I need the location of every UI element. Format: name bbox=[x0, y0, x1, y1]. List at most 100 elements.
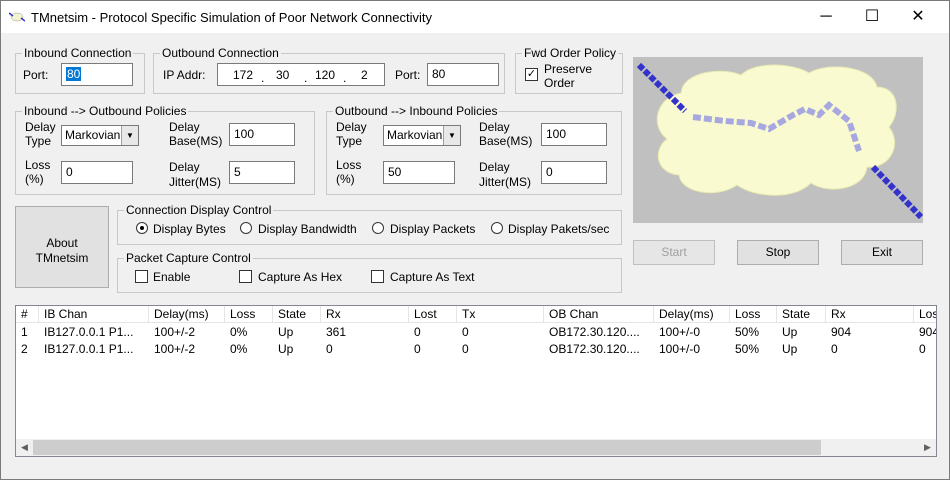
io-jitter-input[interactable]: 5 bbox=[229, 161, 295, 184]
outbound-link-line bbox=[870, 164, 923, 220]
ip-octet-4[interactable]: 2 bbox=[361, 68, 368, 82]
ip-address-field[interactable]: 172 . 30 . 120 . 2 bbox=[217, 63, 385, 86]
oi-jitter-input[interactable]: 0 bbox=[541, 161, 607, 184]
horizontal-scrollbar[interactable]: ◀ ▶ bbox=[16, 439, 936, 456]
cloud-shape bbox=[656, 64, 897, 196]
oi-delay-base-input[interactable]: 100 bbox=[541, 123, 607, 146]
col-header-ib-state[interactable]: State bbox=[273, 306, 321, 323]
inbound-port-input[interactable]: 80 bbox=[61, 63, 133, 86]
cell-ob-delay: 100+/-0 bbox=[659, 325, 701, 339]
minimize-button[interactable]: ─ bbox=[803, 1, 849, 33]
display-bandwidth-radio[interactable] bbox=[240, 222, 252, 234]
display-packets-per-sec-radio[interactable] bbox=[491, 222, 503, 234]
oi-delay-base-label-l2: Base(MS) bbox=[479, 134, 533, 148]
inbound-connection-legend: Inbound Connection bbox=[24, 46, 132, 60]
io-delay-type-value: Markovian bbox=[65, 128, 121, 142]
io-loss-input[interactable]: 0 bbox=[61, 161, 133, 184]
cell-ib-lost: 0 bbox=[414, 325, 421, 339]
connections-table[interactable]: # IB Chan Delay(ms) Loss State Rx Lost T… bbox=[15, 305, 937, 457]
cell-ib-rx: 361 bbox=[326, 325, 347, 339]
fwd-order-policy-legend: Fwd Order Policy bbox=[524, 46, 617, 60]
oi-delay-type-label-l2: Type bbox=[336, 134, 363, 148]
oi-delay-type-select[interactable]: Markovian ▼ bbox=[383, 125, 461, 146]
col-header-ob-rx[interactable]: Rx bbox=[826, 306, 914, 323]
inbound-outbound-policies-legend: Inbound --> Outbound Policies bbox=[24, 104, 187, 118]
oi-loss-input[interactable]: 50 bbox=[383, 161, 455, 184]
cell-ob-lost: 0 bbox=[919, 342, 926, 356]
stop-button[interactable]: Stop bbox=[737, 240, 819, 265]
outbound-port-label: Port: bbox=[395, 68, 421, 82]
ip-octet-1[interactable]: 172 bbox=[233, 68, 253, 82]
scrollbar-thumb[interactable] bbox=[33, 440, 821, 455]
ip-octet-2[interactable]: 30 bbox=[276, 68, 289, 82]
display-bytes-radio[interactable] bbox=[136, 222, 148, 234]
col-header-ib-rx[interactable]: Rx bbox=[321, 306, 409, 323]
ip-octet-3[interactable]: 120 bbox=[315, 68, 335, 82]
scroll-right-icon[interactable]: ▶ bbox=[919, 439, 936, 456]
inbound-port-value: 80 bbox=[66, 67, 82, 81]
outbound-port-input[interactable]: 80 bbox=[427, 63, 499, 86]
cell-ob-chan: OB172.30.120.... bbox=[549, 325, 640, 339]
ip-address-label: IP Addr: bbox=[163, 68, 206, 82]
cell-ib-state: Up bbox=[278, 325, 294, 339]
capture-text-checkbox[interactable] bbox=[371, 270, 384, 283]
io-loss-label-l2: (%) bbox=[25, 172, 44, 186]
cell-ob-chan: OB172.30.120.... bbox=[549, 342, 640, 356]
cell-index: 1 bbox=[21, 325, 28, 339]
title-bar: TMnetsim - Protocol Specific Simulation … bbox=[1, 1, 949, 33]
table-row[interactable]: 1 IB127.0.0.1 P1... 100+/-2 0% Up 361 0 … bbox=[16, 324, 936, 340]
display-bandwidth-label: Display Bandwidth bbox=[258, 222, 357, 236]
close-button[interactable]: ✕ bbox=[895, 1, 941, 33]
col-header-index[interactable]: # bbox=[16, 306, 39, 323]
network-cloud-diagram bbox=[636, 62, 923, 220]
io-delay-base-label-l2: Base(MS) bbox=[169, 134, 223, 148]
capture-hex-checkbox[interactable] bbox=[239, 270, 252, 283]
maximize-button[interactable]: ☐ bbox=[849, 1, 895, 33]
start-button[interactable]: Start bbox=[633, 240, 715, 265]
col-header-ob-delay[interactable]: Delay(ms) bbox=[654, 306, 730, 323]
col-header-ob-state[interactable]: State bbox=[777, 306, 826, 323]
capture-enable-label: Enable bbox=[153, 270, 191, 284]
io-delay-base-input[interactable]: 100 bbox=[229, 123, 295, 146]
col-header-ob-chan[interactable]: OB Chan bbox=[544, 306, 654, 323]
cell-ib-state: Up bbox=[278, 342, 294, 356]
outbound-connection-legend: Outbound Connection bbox=[162, 46, 279, 60]
oi-delay-type-label-l1: Delay bbox=[336, 120, 367, 134]
chevron-down-icon[interactable]: ▼ bbox=[443, 126, 460, 145]
scroll-left-icon[interactable]: ◀ bbox=[16, 439, 33, 456]
cell-ib-loss: 0% bbox=[230, 325, 248, 339]
capture-enable-checkbox[interactable] bbox=[135, 270, 148, 283]
cell-ob-state: Up bbox=[782, 325, 798, 339]
cell-ob-lost: 904 bbox=[919, 325, 936, 339]
ip-dot-3: . bbox=[343, 71, 347, 85]
io-jitter-label-l1: Delay bbox=[169, 160, 200, 174]
col-header-ib-chan[interactable]: IB Chan bbox=[39, 306, 149, 323]
col-header-ib-tx[interactable]: Tx bbox=[457, 306, 544, 323]
display-packets-label: Display Packets bbox=[390, 222, 476, 236]
col-header-ob-lost[interactable]: Los bbox=[914, 306, 936, 323]
about-button-line2: TMnetsim bbox=[35, 251, 89, 265]
display-bytes-label: Display Bytes bbox=[153, 222, 226, 236]
col-header-ob-loss[interactable]: Loss bbox=[730, 306, 777, 323]
cell-ib-tx: 0 bbox=[462, 325, 469, 339]
oi-jitter-label-l2: Jitter(MS) bbox=[479, 175, 531, 189]
oi-loss-label-l2: (%) bbox=[336, 172, 355, 186]
table-row[interactable]: 2 IB127.0.0.1 P1... 100+/-2 0% Up 0 0 0 … bbox=[16, 341, 936, 357]
preserve-order-label-line2: Order bbox=[544, 76, 575, 90]
cell-ob-state: Up bbox=[782, 342, 798, 356]
io-delay-type-select[interactable]: Markovian ▼ bbox=[61, 125, 139, 146]
inbound-port-label: Port: bbox=[23, 68, 49, 82]
exit-button[interactable]: Exit bbox=[841, 240, 923, 265]
display-packets-radio[interactable] bbox=[372, 222, 384, 234]
chevron-down-icon[interactable]: ▼ bbox=[121, 126, 138, 145]
about-button[interactable]: About TMnetsim bbox=[15, 206, 109, 288]
preserve-order-checkbox[interactable]: ✓ bbox=[525, 68, 538, 81]
col-header-ib-delay[interactable]: Delay(ms) bbox=[149, 306, 225, 323]
cell-ob-loss: 50% bbox=[735, 325, 760, 339]
col-header-ib-lost[interactable]: Lost bbox=[409, 306, 457, 323]
col-header-ib-loss[interactable]: Loss bbox=[225, 306, 273, 323]
io-loss-label-l1: Loss bbox=[25, 158, 51, 172]
preserve-order-label-line1: Preserve bbox=[544, 62, 593, 76]
cell-ib-chan: IB127.0.0.1 P1... bbox=[44, 342, 134, 356]
ip-dot-2: . bbox=[304, 71, 308, 85]
